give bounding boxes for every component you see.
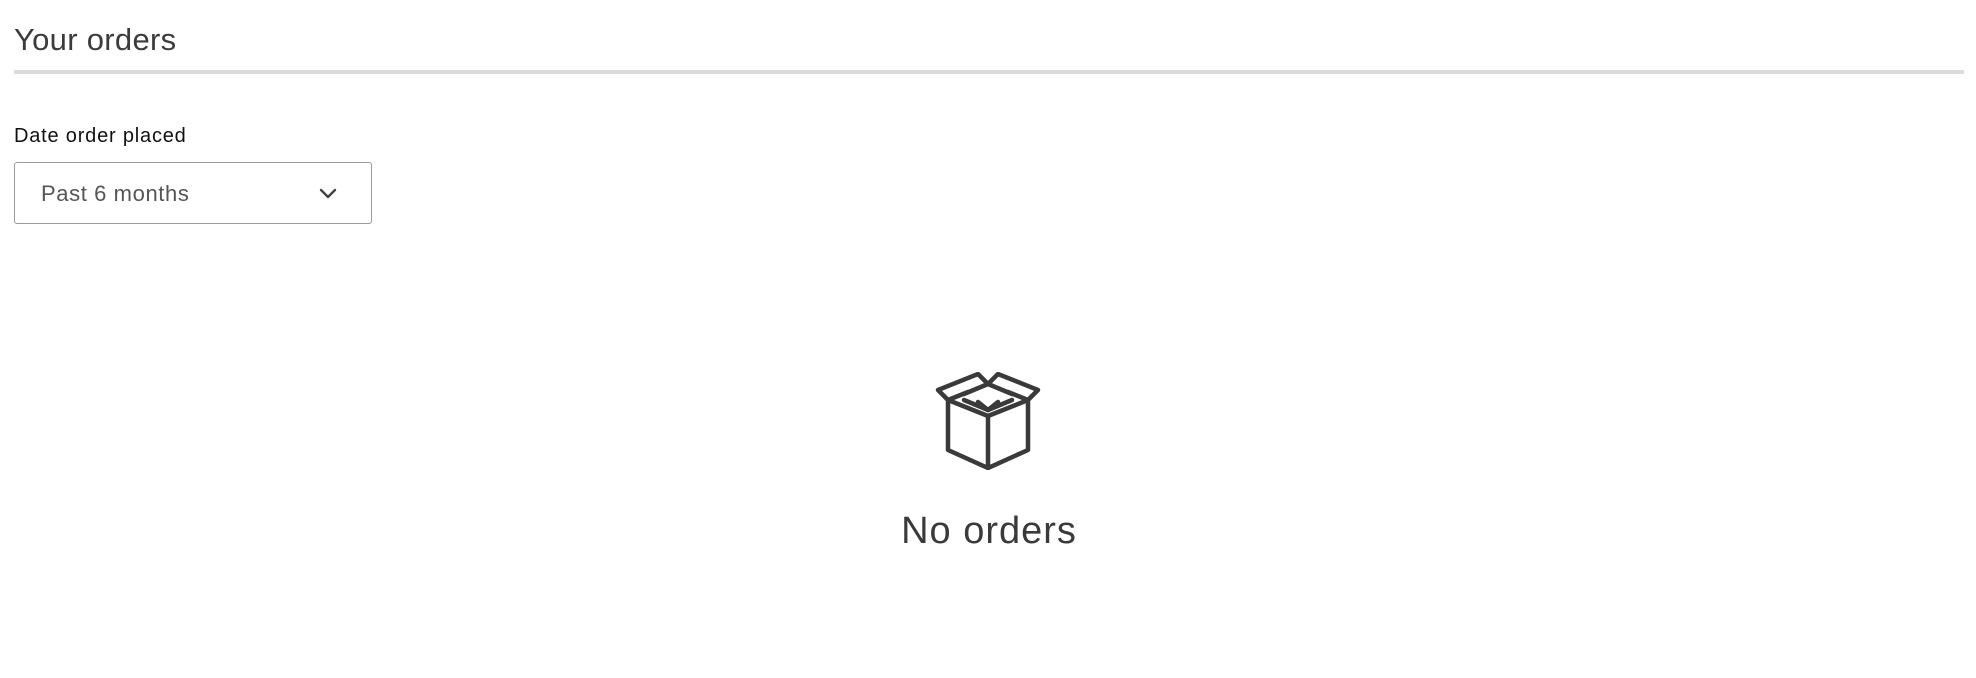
- empty-state: No orders: [14, 360, 1964, 560]
- title-divider: [14, 70, 1964, 74]
- page-title: Your orders: [14, 22, 177, 57]
- date-filter-label: Date order placed: [14, 125, 187, 147]
- no-orders-message: No orders: [901, 510, 1077, 552]
- date-order-placed-select[interactable]: Past 6 months: [14, 162, 372, 224]
- orders-page: Your orders Date order placed Past 6 mon…: [14, 0, 1964, 678]
- open-box-icon: [935, 372, 1041, 470]
- chevron-down-icon: [319, 188, 337, 199]
- date-filter-selected-value: Past 6 months: [41, 181, 190, 206]
